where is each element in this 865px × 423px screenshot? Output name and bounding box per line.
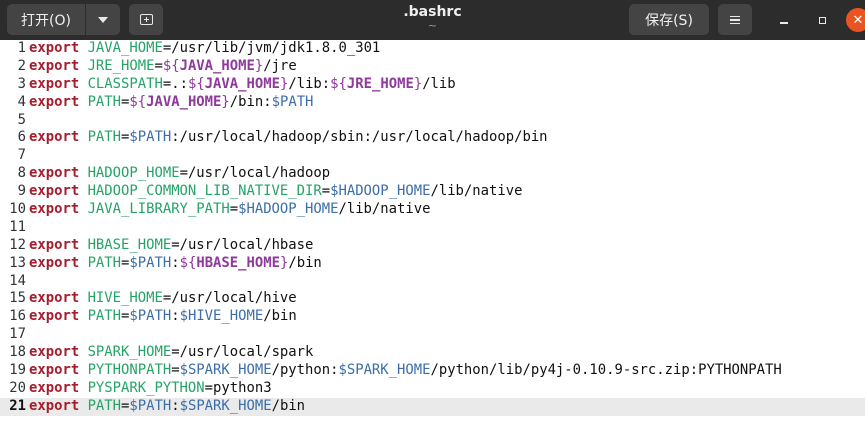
code-line[interactable]: 11 bbox=[0, 219, 865, 237]
new-tab-icon bbox=[139, 14, 153, 25]
line-number: 1 bbox=[17, 40, 26, 56]
code-line[interactable]: 10 export JAVA_LIBRARY_PATH=$HADOOP_HOME/… bbox=[0, 201, 865, 219]
line-number: 12 bbox=[9, 236, 26, 253]
minimize-icon bbox=[780, 22, 788, 24]
code-line[interactable]: 18 export SPARK_HOME=/usr/local/spark bbox=[0, 344, 865, 362]
open-button-label: 打开(O) bbox=[21, 12, 71, 29]
chevron-down-icon bbox=[98, 16, 108, 23]
minimize-button[interactable] bbox=[772, 8, 796, 32]
line-number: 15 bbox=[9, 290, 26, 307]
code-text: export PATH=$PATH:$HIVE_HOME/bin bbox=[29, 308, 297, 325]
save-button[interactable]: 保存(S) bbox=[629, 4, 709, 35]
text-editor[interactable]: 1 export JAVA_HOME=/usr/lib/jvm/jdk1.8.0_… bbox=[0, 40, 865, 423]
code-text: export PATH=$PATH:$SPARK_HOME/bin bbox=[29, 397, 306, 414]
code-line[interactable]: 14 bbox=[0, 273, 865, 291]
maximize-button[interactable] bbox=[810, 8, 834, 32]
code-line[interactable]: 5 bbox=[0, 112, 865, 130]
code-text: export SPARK_HOME=/usr/local/spark bbox=[29, 344, 314, 361]
code-line[interactable]: 15 export HIVE_HOME=/usr/local/hive bbox=[0, 290, 865, 308]
code-line[interactable]: 4 export PATH=${JAVA_HOME}/bin:$PATH bbox=[0, 94, 865, 112]
close-icon: ✕ bbox=[852, 12, 864, 28]
code-line[interactable]: 12 export HBASE_HOME=/usr/local/hbase bbox=[0, 237, 865, 255]
line-number: 11 bbox=[9, 218, 26, 235]
code-text: export PATH=$PATH:${HBASE_HOME}/bin bbox=[29, 254, 322, 271]
new-tab-button[interactable] bbox=[129, 4, 163, 35]
code-text: export HBASE_HOME=/usr/local/hbase bbox=[29, 236, 314, 253]
line-number: 9 bbox=[17, 183, 26, 200]
code-line[interactable]: 21 export PATH=$PATH:$SPARK_HOME/bin bbox=[0, 397, 865, 416]
line-number: 3 bbox=[17, 75, 26, 92]
code-line[interactable]: 3 export CLASSPATH=.:${JAVA_HOME}/lib:${J… bbox=[0, 76, 865, 94]
hamburger-menu-icon bbox=[730, 15, 740, 24]
line-number: 7 bbox=[17, 147, 26, 164]
open-menu-button[interactable] bbox=[86, 4, 120, 35]
maximize-icon bbox=[818, 16, 826, 24]
line-number: 19 bbox=[9, 362, 26, 379]
code-text: export JRE_HOME=${JAVA_HOME}/jre bbox=[29, 57, 297, 74]
code-line[interactable]: 2 export JRE_HOME=${JAVA_HOME}/jre bbox=[0, 58, 865, 76]
open-button[interactable]: 打开(O) bbox=[7, 4, 85, 35]
code-text: export PYSPARK_PYTHON=python3 bbox=[29, 379, 272, 396]
line-number: 8 bbox=[17, 165, 26, 182]
line-number: 20 bbox=[9, 379, 26, 396]
code-text: export HADOOP_COMMON_LIB_NATIVE_DIR=$HAD… bbox=[29, 183, 523, 200]
header-bar: 打开(O) .bashrc ~ 保存(S) ✕ bbox=[0, 0, 865, 40]
save-button-label: 保存(S) bbox=[645, 12, 693, 29]
code-text: export JAVA_HOME=/usr/lib/jvm/jdk1.8.0_3… bbox=[29, 40, 381, 56]
code-text: export PYTHONPATH=$SPARK_HOME/python:$SP… bbox=[29, 362, 782, 379]
line-number: 14 bbox=[9, 272, 26, 289]
line-number: 5 bbox=[17, 111, 26, 128]
code-text: export JAVA_LIBRARY_PATH=$HADOOP_HOME/li… bbox=[29, 201, 431, 218]
code-line[interactable]: 19 export PYTHONPATH=$SPARK_HOME/python:$… bbox=[0, 362, 865, 380]
code-line[interactable]: 13 export PATH=$PATH:${HBASE_HOME}/bin bbox=[0, 255, 865, 273]
line-number: 6 bbox=[17, 129, 26, 146]
code-text: export PATH=${JAVA_HOME}/bin:$PATH bbox=[29, 93, 314, 110]
code-text: export HADOOP_HOME=/usr/local/hadoop bbox=[29, 165, 331, 182]
code-line[interactable]: 9 export HADOOP_COMMON_LIB_NATIVE_DIR=$HA… bbox=[0, 183, 865, 201]
line-number: 13 bbox=[9, 254, 26, 271]
code-line[interactable]: 8 export HADOOP_HOME=/usr/local/hadoop bbox=[0, 165, 865, 183]
code-line[interactable]: 7 bbox=[0, 147, 865, 165]
code-line[interactable]: 20 export PYSPARK_PYTHON=python3 bbox=[0, 380, 865, 398]
line-number: 16 bbox=[9, 308, 26, 325]
line-number: 18 bbox=[9, 344, 26, 361]
line-number: 4 bbox=[17, 93, 26, 110]
line-number: 17 bbox=[9, 326, 26, 343]
code-text: export HIVE_HOME=/usr/local/hive bbox=[29, 290, 297, 307]
hamburger-menu-button[interactable] bbox=[718, 4, 752, 35]
line-number: 10 bbox=[9, 201, 26, 218]
code-line[interactable]: 17 bbox=[0, 326, 865, 344]
code-line[interactable]: 16 export PATH=$PATH:$HIVE_HOME/bin bbox=[0, 308, 865, 326]
code-text: export PATH=$PATH:/usr/local/hadoop/sbin… bbox=[29, 129, 548, 146]
line-number: 21 bbox=[9, 397, 26, 414]
close-button[interactable]: ✕ bbox=[846, 8, 865, 32]
line-number: 2 bbox=[17, 57, 26, 74]
code-line[interactable]: 1 export JAVA_HOME=/usr/lib/jvm/jdk1.8.0_… bbox=[0, 40, 865, 58]
code-text: export CLASSPATH=.:${JAVA_HOME}/lib:${JR… bbox=[29, 75, 456, 92]
code-line[interactable]: 6 export PATH=$PATH:/usr/local/hadoop/sbi… bbox=[0, 129, 865, 147]
